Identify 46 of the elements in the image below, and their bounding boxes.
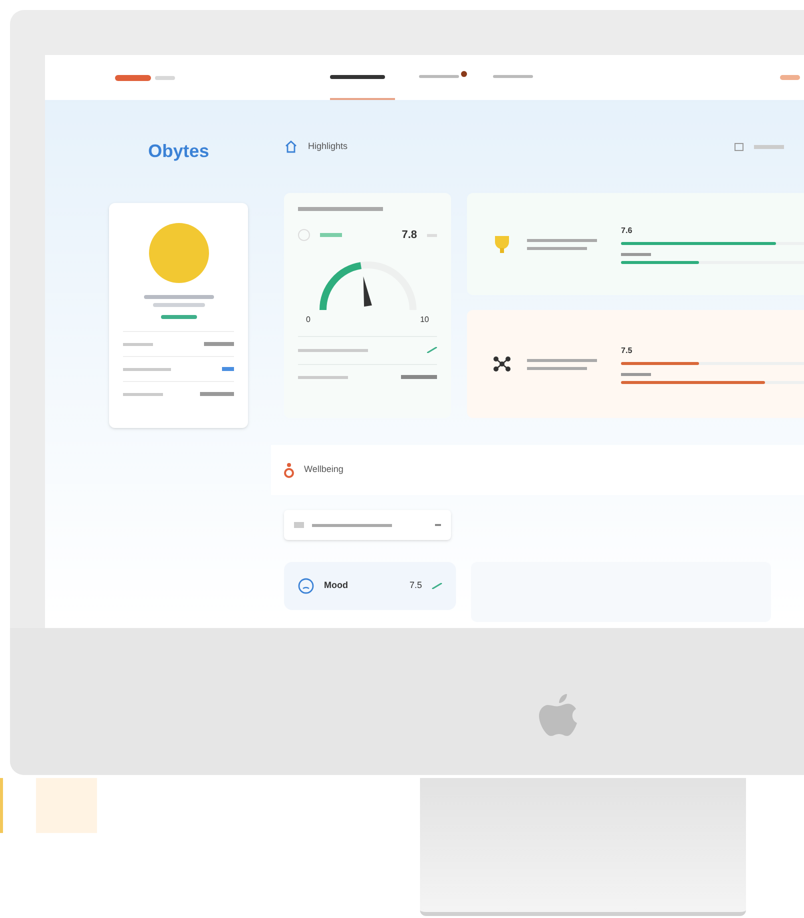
mood-value: 7.5: [410, 579, 422, 592]
mood-label: Mood: [324, 579, 348, 592]
blurred-text: [298, 376, 348, 378]
blurred-text: [122, 392, 163, 396]
blurred-text: [754, 144, 784, 148]
logo: [115, 74, 151, 80]
blurred-text: [527, 358, 598, 362]
blurred-text: [122, 342, 153, 346]
medal-icon: [284, 462, 294, 478]
blurred-text: [298, 229, 310, 242]
calendar-icon: [734, 142, 744, 152]
trend-up-icon: [427, 347, 438, 353]
blurred-text: [160, 315, 197, 319]
blurred-text: [155, 76, 175, 80]
blurred-text: [527, 238, 598, 242]
blurred-text: [122, 368, 171, 370]
blurred-text: [294, 522, 304, 528]
blurred-text: [527, 366, 588, 370]
date-dropdown[interactable]: [284, 510, 452, 540]
gauge-needle: [362, 276, 372, 306]
blurred-text: [298, 348, 368, 352]
gauge-min-label: 0: [306, 314, 310, 326]
blurred-text: [320, 233, 342, 238]
home-icon: [284, 140, 298, 153]
blurred-text: [152, 303, 205, 307]
mood-card[interactable]: Mood 7.5: [284, 562, 456, 610]
accent-line: [0, 778, 3, 833]
company-name: Obytes: [147, 140, 210, 163]
blurred-text: [222, 367, 234, 371]
section-title: Wellbeing: [304, 463, 344, 476]
highlight-value: 7.5: [621, 344, 634, 356]
highlight-value: 7.6: [621, 224, 634, 236]
blurred-text: [621, 252, 652, 256]
blurred-text: [780, 75, 800, 80]
gauge-max-label: 10: [420, 314, 430, 326]
blurred-text: [621, 372, 652, 376]
accent-square: [36, 778, 97, 833]
blurred-text: [204, 342, 234, 346]
face-icon: [298, 578, 314, 594]
score-value: 7.8: [402, 228, 418, 243]
blurred-text: [144, 295, 214, 299]
blurred-text: [527, 246, 588, 250]
trend-up-icon: [432, 583, 442, 589]
section-title: Highlights: [308, 140, 348, 153]
blurred-text: [401, 375, 438, 379]
blurred-text: [200, 392, 234, 396]
